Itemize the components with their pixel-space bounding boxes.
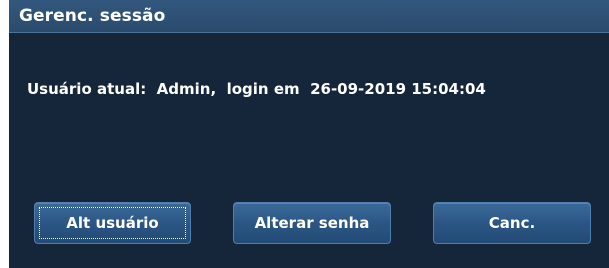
- cancel-label: Canc.: [488, 214, 536, 232]
- current-user-info: Usuário atual: Admin, login em 26-09-201…: [27, 80, 486, 98]
- dialog-title: Gerenc. sessão: [19, 6, 166, 26]
- change-password-label: Alterar senha: [254, 214, 370, 232]
- change-password-button[interactable]: Alterar senha: [233, 202, 391, 244]
- dialog-title-bar[interactable]: Gerenc. sessão: [9, 0, 609, 33]
- cancel-button[interactable]: Canc.: [433, 202, 591, 244]
- session-manager-dialog: Gerenc. sessão Usuário atual: Admin, log…: [9, 0, 609, 268]
- switch-user-label: Alt usuário: [66, 214, 159, 232]
- switch-user-button[interactable]: Alt usuário: [34, 202, 191, 244]
